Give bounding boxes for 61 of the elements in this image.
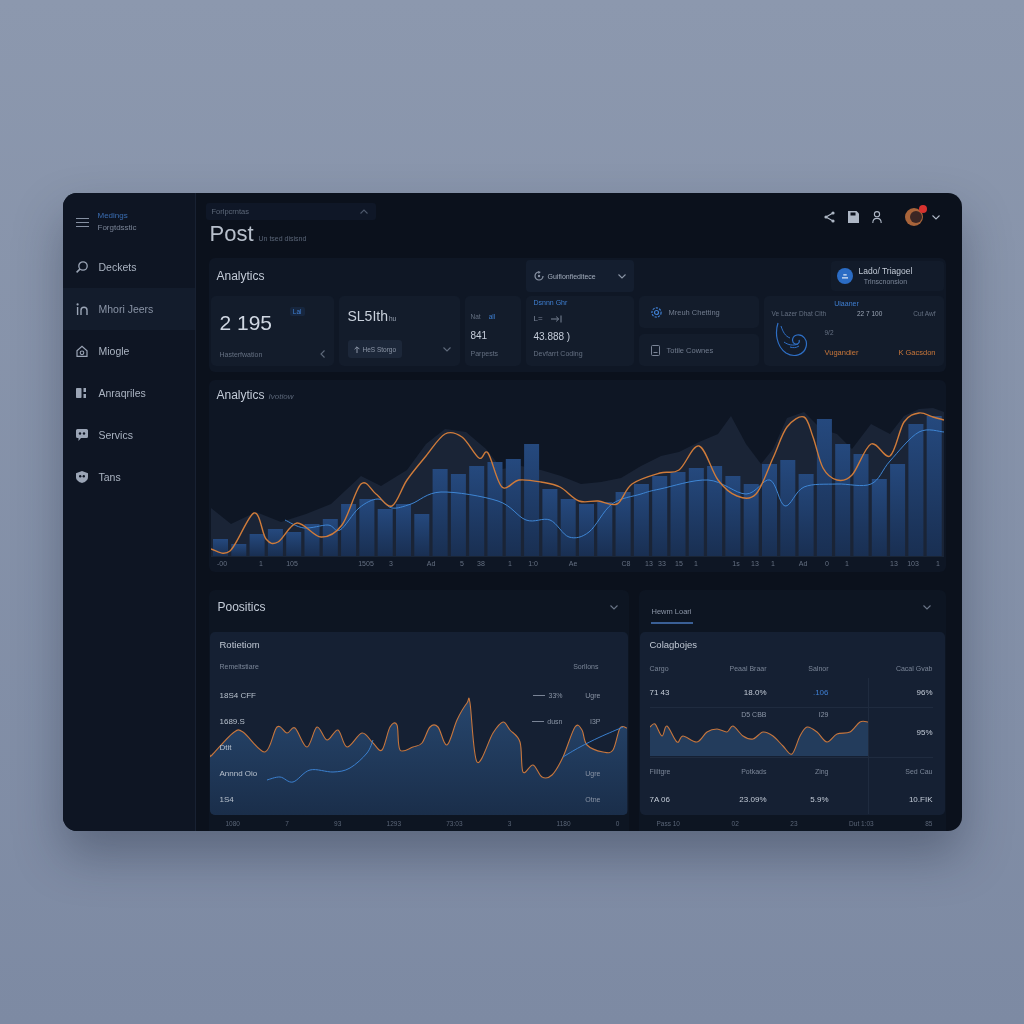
leader-line [533,694,546,696]
share-icon[interactable] [823,211,835,223]
house-icon [75,345,88,357]
account-name: Lado/ Triagoel [858,266,913,277]
brand-subtitle: Forgtdsstic [97,222,137,234]
sidebar-item[interactable]: Miogle [62,330,195,372]
leader-line [532,720,545,722]
sidebar-item[interactable]: Servics [62,414,195,456]
avatar-icon[interactable] [904,208,923,226]
save-icon[interactable] [847,211,859,223]
table-cell-text: 5.9% [809,793,829,806]
person-icon[interactable] [871,211,882,223]
chat-icon [75,429,88,441]
metric-caption: L= [533,314,543,323]
profile-icon [836,268,853,284]
search-icon [75,261,88,273]
chevron-icon[interactable] [319,350,325,358]
caret-up-icon [359,209,368,214]
caret-icon [617,273,626,279]
arrow-up-icon [353,345,360,353]
gear-icon [650,306,662,318]
columns-icon [75,387,88,399]
row-label: Annnd Oio [219,768,258,778]
row-label: Dtit [219,742,232,752]
page-title: Post [209,222,254,246]
caret-down-icon[interactable] [931,214,940,220]
shield-icon [75,471,88,483]
refresh-icon [533,271,544,281]
table-cell: 96% [867,678,933,708]
table-cell: 71 43 [649,678,702,708]
brand-title: Medings [97,210,129,222]
table-cell: .106 [766,678,829,708]
table-cell-text: 7A 06 [649,793,671,806]
sidebar-item[interactable]: Anraqriles [62,372,195,414]
panel-subtitle: Ivotiow [268,392,294,401]
metric-value: 43.888 ) [533,331,572,342]
row-label: 18S4 CFF [219,690,256,700]
metric-value: 2 195 [219,311,273,335]
card-title: Rotietiom [218,638,261,652]
row-label: 1689.S [219,716,245,726]
table-cell-text: 23.09% [738,793,767,806]
caret-icon[interactable] [609,604,618,610]
panel-title: Poositics [217,600,266,614]
caret-icon[interactable] [922,604,931,610]
chevron-down-icon[interactable] [442,346,451,352]
metric-value: 841 [470,329,489,341]
sidebar-item[interactable]: Mhori Jeers [62,288,195,330]
row-label: 1S4 [219,794,234,804]
document-icon [650,344,660,356]
panel-title: Analytics [215,269,266,283]
arch-icon [75,303,88,315]
sidebar-item[interactable]: Deckets [62,246,195,288]
sidebar-item[interactable]: Tans [62,456,195,498]
card-title: Colagbojes [649,638,699,652]
arrow-right-icon [550,314,562,323]
metric-value: SL5Ith [347,308,388,324]
table-cell: 95% [867,708,933,758]
menu-icon[interactable] [75,216,89,228]
table-cell: 10.FIK [867,784,933,814]
panel-title: Analytics [216,388,265,402]
table-cell: 18.0% [701,678,767,708]
